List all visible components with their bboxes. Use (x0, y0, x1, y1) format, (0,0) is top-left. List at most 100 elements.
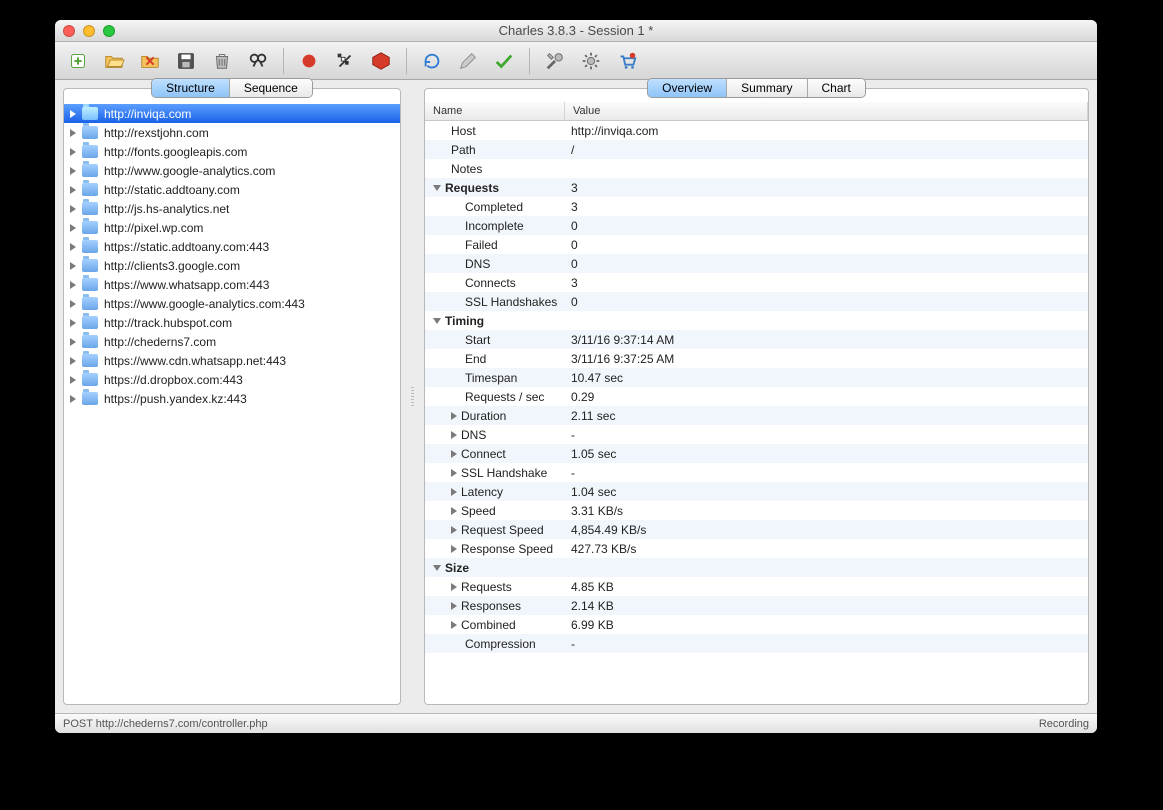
disclosure-icon[interactable] (451, 583, 457, 591)
overview-row[interactable]: Responses2.14 KB (425, 596, 1088, 615)
overview-row[interactable]: End3/11/16 9:37:25 AM (425, 349, 1088, 368)
host-row[interactable]: http://rexstjohn.com (64, 123, 400, 142)
overview-row[interactable]: Timespan10.47 sec (425, 368, 1088, 387)
disclosure-icon[interactable] (70, 205, 76, 213)
tab-summary[interactable]: Summary (727, 79, 807, 97)
disclosure-icon[interactable] (70, 338, 76, 346)
host-row[interactable]: http://pixel.wp.com (64, 218, 400, 237)
disclosure-icon[interactable] (451, 526, 457, 534)
edit-button[interactable] (453, 46, 483, 76)
host-row[interactable]: https://www.whatsapp.com:443 (64, 275, 400, 294)
disclosure-icon[interactable] (70, 148, 76, 156)
overview-row[interactable]: Combined6.99 KB (425, 615, 1088, 634)
host-row[interactable]: http://js.hs-analytics.net (64, 199, 400, 218)
overview-row[interactable]: Size (425, 558, 1088, 577)
overview-row[interactable]: DNS- (425, 425, 1088, 444)
host-row[interactable]: http://fonts.googleapis.com (64, 142, 400, 161)
overview-row[interactable]: Compression- (425, 634, 1088, 653)
overview-row[interactable]: Hosthttp://inviqa.com (425, 121, 1088, 140)
save-button[interactable] (171, 46, 201, 76)
clear-button[interactable] (207, 46, 237, 76)
disclosure-icon[interactable] (433, 318, 441, 324)
host-row[interactable]: https://www.google-analytics.com:443 (64, 294, 400, 313)
disclosure-icon[interactable] (451, 450, 457, 458)
disclosure-icon[interactable] (451, 621, 457, 629)
repeat-button[interactable] (417, 46, 447, 76)
overview-row[interactable]: DNS0 (425, 254, 1088, 273)
disclosure-icon[interactable] (70, 167, 76, 175)
overview-row[interactable]: Connects3 (425, 273, 1088, 292)
overview-row[interactable]: Notes (425, 159, 1088, 178)
host-row[interactable]: http://clients3.google.com (64, 256, 400, 275)
disclosure-icon[interactable] (70, 186, 76, 194)
disclosure-icon[interactable] (451, 545, 457, 553)
record-button[interactable] (294, 46, 324, 76)
overview-row[interactable]: Duration2.11 sec (425, 406, 1088, 425)
tab-overview[interactable]: Overview (648, 79, 727, 97)
host-row[interactable]: https://d.dropbox.com:443 (64, 370, 400, 389)
overview-row[interactable]: Start3/11/16 9:37:14 AM (425, 330, 1088, 349)
disclosure-icon[interactable] (70, 281, 76, 289)
overview-row[interactable]: Path/ (425, 140, 1088, 159)
disclosure-icon[interactable] (70, 357, 76, 365)
disclosure-icon[interactable] (70, 110, 76, 118)
disclosure-icon[interactable] (433, 185, 441, 191)
overview-row[interactable]: Failed0 (425, 235, 1088, 254)
column-value[interactable]: Value (565, 102, 1088, 120)
tab-chart[interactable]: Chart (808, 79, 865, 97)
overview-row[interactable]: Response Speed427.73 KB/s (425, 539, 1088, 558)
overview-row[interactable]: Request Speed4,854.49 KB/s (425, 520, 1088, 539)
overview-row[interactable]: Incomplete0 (425, 216, 1088, 235)
overview-row[interactable]: Requests / sec0.29 (425, 387, 1088, 406)
new-session-button[interactable] (63, 46, 93, 76)
overview-row[interactable]: Completed3 (425, 197, 1088, 216)
minimize-window-button[interactable] (83, 25, 95, 37)
disclosure-icon[interactable] (451, 488, 457, 496)
overview-row[interactable]: Latency1.04 sec (425, 482, 1088, 501)
disclosure-icon[interactable] (451, 469, 457, 477)
disclosure-icon[interactable] (70, 243, 76, 251)
disclosure-icon[interactable] (451, 412, 457, 420)
throttle-button[interactable] (330, 46, 360, 76)
tools-button[interactable] (540, 46, 570, 76)
host-row[interactable]: https://www.cdn.whatsapp.net:443 (64, 351, 400, 370)
disclosure-icon[interactable] (70, 395, 76, 403)
disclosure-icon[interactable] (70, 300, 76, 308)
disclosure-icon[interactable] (70, 224, 76, 232)
overview-table-body[interactable]: Hosthttp://inviqa.comPath/NotesRequests3… (425, 121, 1088, 704)
breakpoints-button[interactable] (366, 46, 396, 76)
overview-row[interactable]: Requests3 (425, 178, 1088, 197)
disclosure-icon[interactable] (70, 319, 76, 327)
overview-row[interactable]: Timing (425, 311, 1088, 330)
purchase-button[interactable] (612, 46, 642, 76)
disclosure-icon[interactable] (451, 602, 457, 610)
column-name[interactable]: Name (425, 102, 565, 120)
host-row[interactable]: http://www.google-analytics.com (64, 161, 400, 180)
host-row[interactable]: http://inviqa.com (64, 104, 400, 123)
open-session-button[interactable] (99, 46, 129, 76)
settings-button[interactable] (576, 46, 606, 76)
disclosure-icon[interactable] (433, 565, 441, 571)
host-row[interactable]: http://chederns7.com (64, 332, 400, 351)
host-row[interactable]: http://static.addtoany.com (64, 180, 400, 199)
host-tree[interactable]: http://inviqa.comhttp://rexstjohn.comhtt… (64, 102, 400, 704)
host-row[interactable]: http://track.hubspot.com (64, 313, 400, 332)
validate-button[interactable] (489, 46, 519, 76)
find-button[interactable] (243, 46, 273, 76)
host-row[interactable]: https://push.yandex.kz:443 (64, 389, 400, 408)
close-session-button[interactable] (135, 46, 165, 76)
overview-row[interactable]: SSL Handshake- (425, 463, 1088, 482)
disclosure-icon[interactable] (70, 129, 76, 137)
disclosure-icon[interactable] (70, 262, 76, 270)
pane-splitter[interactable] (409, 88, 416, 705)
disclosure-icon[interactable] (70, 376, 76, 384)
host-row[interactable]: https://static.addtoany.com:443 (64, 237, 400, 256)
tab-structure[interactable]: Structure (152, 79, 230, 97)
overview-row[interactable]: Speed3.31 KB/s (425, 501, 1088, 520)
overview-row[interactable]: SSL Handshakes0 (425, 292, 1088, 311)
zoom-window-button[interactable] (103, 25, 115, 37)
overview-row[interactable]: Requests4.85 KB (425, 577, 1088, 596)
disclosure-icon[interactable] (451, 431, 457, 439)
tab-sequence[interactable]: Sequence (230, 79, 312, 97)
disclosure-icon[interactable] (451, 507, 457, 515)
